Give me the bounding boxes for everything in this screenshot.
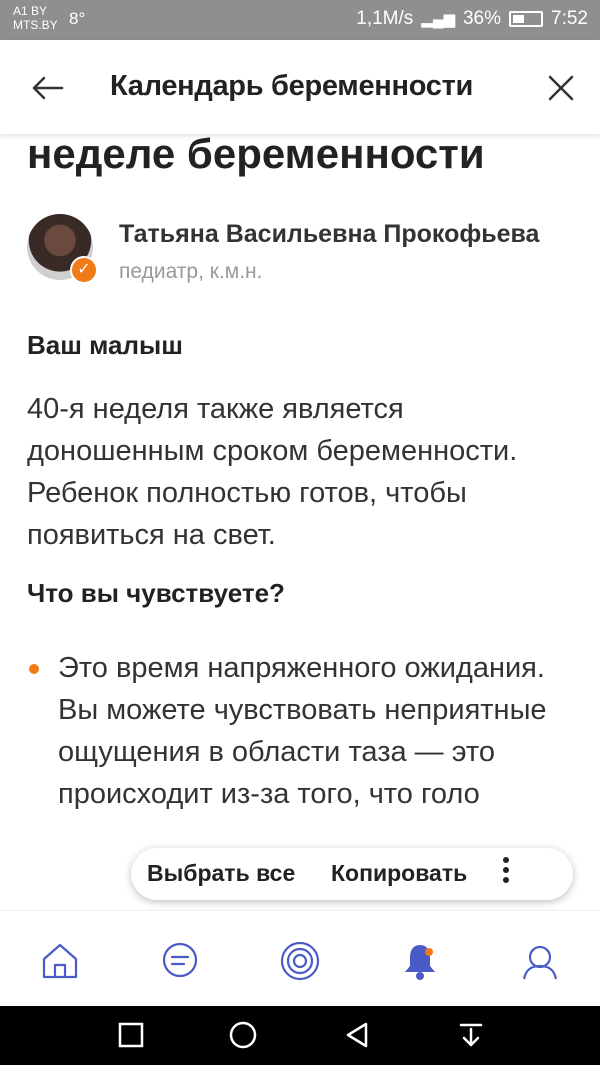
home-icon[interactable] <box>38 939 82 983</box>
carrier-info: A1 BY MTS.BY <box>13 4 58 32</box>
battery-icon <box>509 11 544 27</box>
bullet-dot-icon <box>29 664 39 674</box>
section-heading-baby: Ваш малыш <box>27 330 183 360</box>
profile-icon[interactable] <box>518 939 562 983</box>
back-button-icon[interactable] <box>342 1020 372 1050</box>
more-options-icon[interactable] <box>501 854 511 890</box>
clock: 7:52 <box>551 8 588 29</box>
system-nav-bar <box>0 1006 600 1065</box>
carrier-line-1: A1 BY <box>13 4 48 18</box>
verified-badge-icon: ✓ <box>70 256 98 284</box>
app-header: Календарь беременности <box>0 40 600 134</box>
battery-percent: 36% <box>462 8 502 29</box>
text-selection-toolbar: Выбрать все Копировать <box>131 848 573 900</box>
copy-button[interactable]: Копировать <box>331 860 467 887</box>
carrier-line-2: MTS.BY <box>13 18 58 32</box>
network-speed: 1,1M/s <box>356 8 414 29</box>
chat-icon[interactable] <box>158 939 202 983</box>
temperature: 8° <box>69 9 86 28</box>
section-heading-feelings: Что вы чувствуете? <box>27 578 285 608</box>
article-content[interactable]: неделе беременности ✓ Татьяна Васильевна… <box>0 134 600 910</box>
author-name[interactable]: Татьяна Васильевна Прокофьева <box>119 220 539 249</box>
recent-apps-icon[interactable] <box>116 1020 146 1050</box>
page-title: Календарь беременности <box>110 70 474 102</box>
signal-icon: ▂▄▆ <box>421 11 455 28</box>
author-role: педиатр, к.м.н. <box>119 260 263 283</box>
select-all-button[interactable]: Выбрать все <box>147 860 295 887</box>
close-icon[interactable] <box>543 70 579 106</box>
article-heading: неделе беременности <box>27 134 485 177</box>
arrow-left-icon[interactable] <box>28 68 68 108</box>
status-icons: 1,1M/s ▂▄▆ 36% 7:52 <box>356 8 588 30</box>
target-icon[interactable] <box>278 939 322 983</box>
bell-icon[interactable] <box>398 939 442 983</box>
bullet-text: Это время напряженного ожидания. Вы може… <box>58 652 547 810</box>
notification-pull-icon[interactable] <box>456 1020 486 1050</box>
status-bar: A1 BY MTS.BY 8° 1,1M/s ▂▄▆ 36% 7:52 <box>0 0 600 40</box>
bottom-tab-bar <box>0 910 600 1006</box>
section-text-baby: 40-я неделя также является доношенным ср… <box>27 393 518 551</box>
home-button-icon[interactable] <box>228 1020 258 1050</box>
